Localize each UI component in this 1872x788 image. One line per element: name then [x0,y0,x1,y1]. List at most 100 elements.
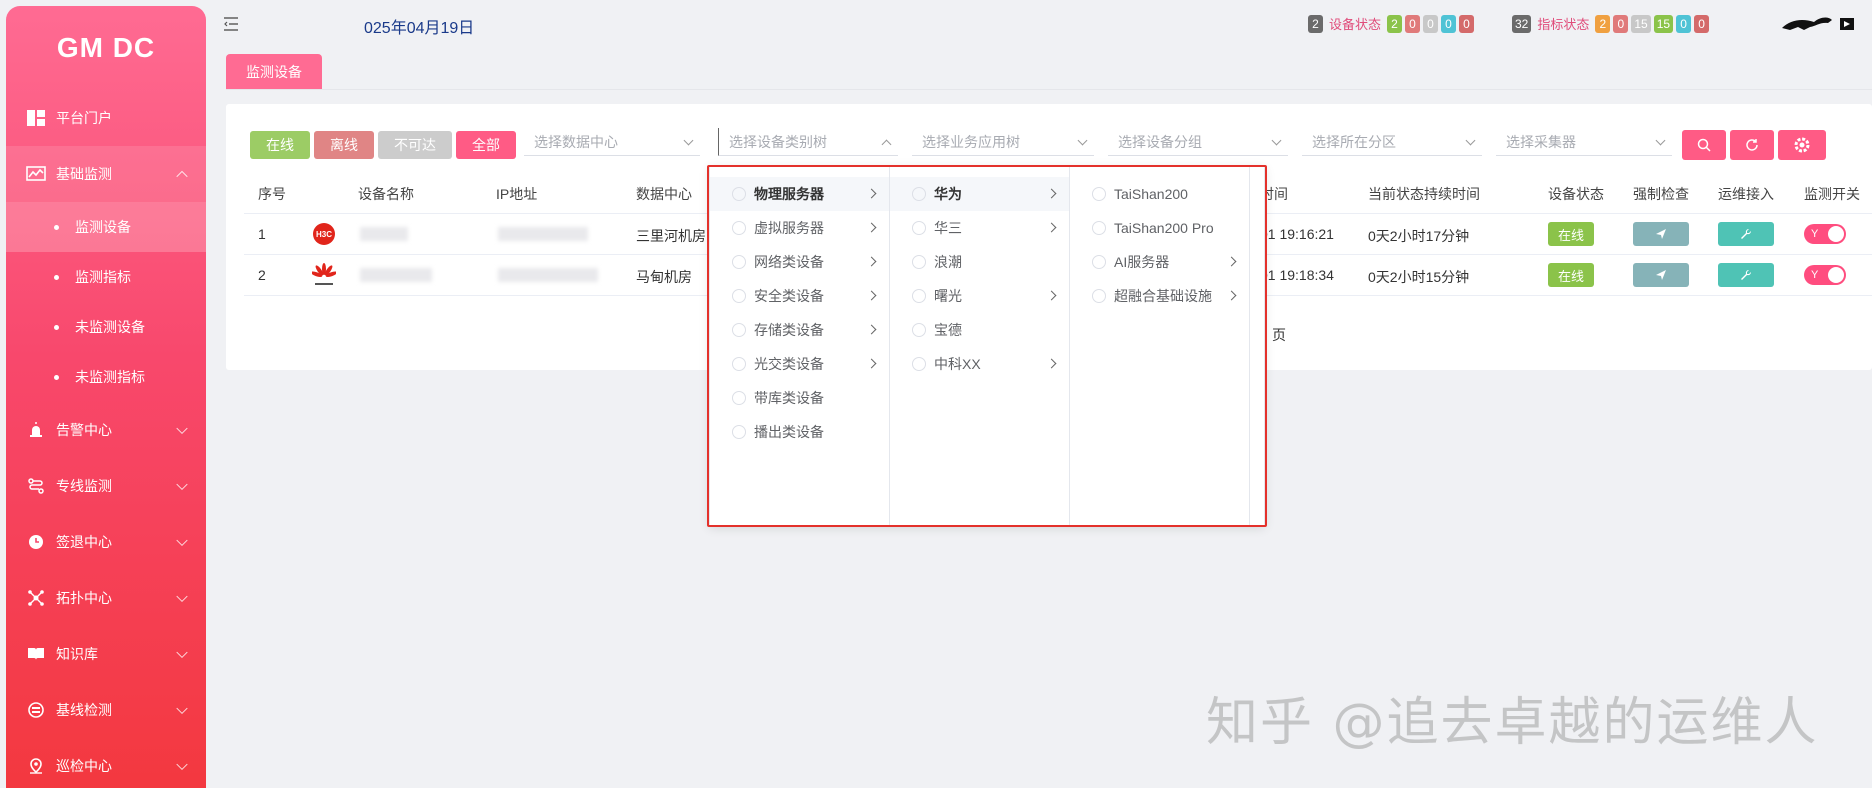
metric-badge-6[interactable]: 0 [1694,14,1710,33]
device-alarm-badge[interactable]: 0 [1459,14,1475,33]
radio-icon[interactable] [732,323,746,337]
sidebar-subitem-monitor-devices[interactable]: 监测设备 [6,202,206,252]
ops-access-button[interactable] [1718,222,1774,246]
filter-online-button[interactable]: 在线 [250,131,310,159]
cascader-option[interactable]: 存储类设备 [710,313,889,347]
user-avatar[interactable] [1780,14,1856,37]
radio-icon[interactable] [732,391,746,405]
status-badge: 在线 [1548,222,1594,246]
radio-icon[interactable] [912,187,926,201]
sidebar-item-baseline[interactable]: 基线检测 [6,682,206,738]
radio-icon[interactable] [732,255,746,269]
chevron-right-icon [866,188,877,199]
settings-button[interactable] [1778,130,1826,160]
radio-icon[interactable] [912,289,926,303]
option-label: AI服务器 [1114,254,1170,270]
option-label: 华为 [934,186,962,202]
collector-select[interactable]: 选择采集器 [1496,128,1672,156]
cascader-option[interactable]: 安全类设备 [710,279,889,313]
device-status-summary: 2 设备状态 2 0 0 0 0 [1308,14,1475,33]
metric-badge-5[interactable]: 0 [1676,14,1692,33]
refresh-icon [1746,139,1758,151]
metric-badge-3[interactable]: 15 [1631,14,1651,33]
tab-monitor-devices[interactable]: 监测设备 [226,54,322,90]
radio-icon[interactable] [732,357,746,371]
radio-icon[interactable] [912,357,926,371]
option-label: 宝德 [934,322,962,338]
filter-unreachable-button[interactable]: 不可达 [378,131,452,159]
business-tree-select[interactable]: 选择业务应用树 [912,128,1094,156]
radio-icon[interactable] [1092,289,1106,303]
refresh-button[interactable] [1730,130,1774,160]
cascader-option[interactable]: 带库类设备 [710,381,889,415]
sidebar-item-label: 告警中心 [56,422,112,438]
cascader-option[interactable]: 光交类设备 [710,347,889,381]
collector-select-placeholder: 选择采集器 [1506,133,1576,150]
group-select[interactable]: 选择设备分组 [1108,128,1288,156]
cascader-option[interactable]: 超融合基础设施 [1070,279,1249,313]
sidebar-item-topology[interactable]: 拓扑中心 [6,570,206,626]
metric-badge-4[interactable]: 15 [1653,14,1674,33]
cascader-option[interactable]: 物理服务器 [710,177,889,211]
row-datacenter: 马甸机房 [636,269,692,285]
cascader-option[interactable]: 华为 [890,177,1069,211]
sidebar-subitem-monitor-metrics[interactable]: 监测指标 [6,252,206,302]
device-unreachable-badge[interactable]: 0 [1423,14,1439,33]
cascader-option[interactable]: 播出类设备 [710,415,889,449]
device-other-badge[interactable]: 0 [1441,14,1457,33]
radio-icon[interactable] [732,425,746,439]
filter-all-button[interactable]: 全部 [456,131,516,159]
radio-icon[interactable] [1092,255,1106,269]
sidebar-item-label: 基础监测 [56,166,112,182]
datacenter-select[interactable]: 选择数据中心 [524,128,700,156]
sidebar-item-inspection[interactable]: 巡检中心 [6,738,206,788]
radio-icon[interactable] [732,221,746,235]
row-index: 2 [258,267,266,283]
cascader-option[interactable]: 中科XX [890,347,1069,381]
force-check-button[interactable] [1633,222,1689,246]
cascader-option[interactable]: 宝德 [890,313,1069,347]
cascader-option[interactable]: 网络类设备 [710,245,889,279]
menu-toggle-icon[interactable] [224,17,240,31]
ops-access-button[interactable] [1718,263,1774,287]
radio-icon[interactable] [1092,221,1106,235]
force-check-button[interactable] [1633,263,1689,287]
cascader-option[interactable]: 虚拟服务器 [710,211,889,245]
cascader-option[interactable]: TaiShan200 Pro [1070,211,1249,245]
category-tree-select[interactable]: 选择设备类别树 [718,128,898,156]
col-header-duration: 当前状态持续时间 [1368,186,1480,202]
option-label: 曙光 [934,288,962,304]
search-button[interactable] [1682,130,1726,160]
radio-icon[interactable] [1092,187,1106,201]
monitor-toggle[interactable]: Y [1804,224,1846,244]
sidebar-item-portal[interactable]: 平台门户 [6,90,206,146]
cascader-option[interactable]: AI服务器 [1070,245,1249,279]
radio-icon[interactable] [732,187,746,201]
device-offline-badge[interactable]: 0 [1405,14,1421,33]
chevron-right-icon [866,256,877,267]
cascader-option[interactable]: 浪潮 [890,245,1069,279]
radio-icon[interactable] [732,289,746,303]
cascader-option[interactable]: TaiShan200 [1070,177,1249,211]
radio-icon[interactable] [912,255,926,269]
topology-icon [26,588,46,608]
monitor-toggle[interactable]: Y [1804,265,1846,285]
sidebar-item-label: 拓扑中心 [56,590,112,606]
zone-select[interactable]: 选择所在分区 [1302,128,1482,156]
radio-icon[interactable] [912,323,926,337]
sidebar-item-basic-monitor[interactable]: 基础监测 [6,146,206,202]
sidebar-item-private-line[interactable]: 专线监测 [6,458,206,514]
sidebar-subitem-unmonitored-devices[interactable]: 未监测设备 [6,302,206,352]
radio-icon[interactable] [912,221,926,235]
sidebar-item-knowledge[interactable]: 知识库 [6,626,206,682]
option-label: 带库类设备 [754,390,824,406]
metric-badge-1[interactable]: 2 [1595,14,1611,33]
sidebar-item-alerts[interactable]: 告警中心 [6,402,206,458]
cascader-option[interactable]: 华三 [890,211,1069,245]
metric-badge-2[interactable]: 0 [1613,14,1629,33]
sidebar-item-signout[interactable]: 签退中心 [6,514,206,570]
sidebar-subitem-unmonitored-metrics[interactable]: 未监测指标 [6,352,206,402]
filter-offline-button[interactable]: 离线 [314,131,374,159]
cascader-option[interactable]: 曙光 [890,279,1069,313]
device-online-badge[interactable]: 2 [1387,14,1403,33]
